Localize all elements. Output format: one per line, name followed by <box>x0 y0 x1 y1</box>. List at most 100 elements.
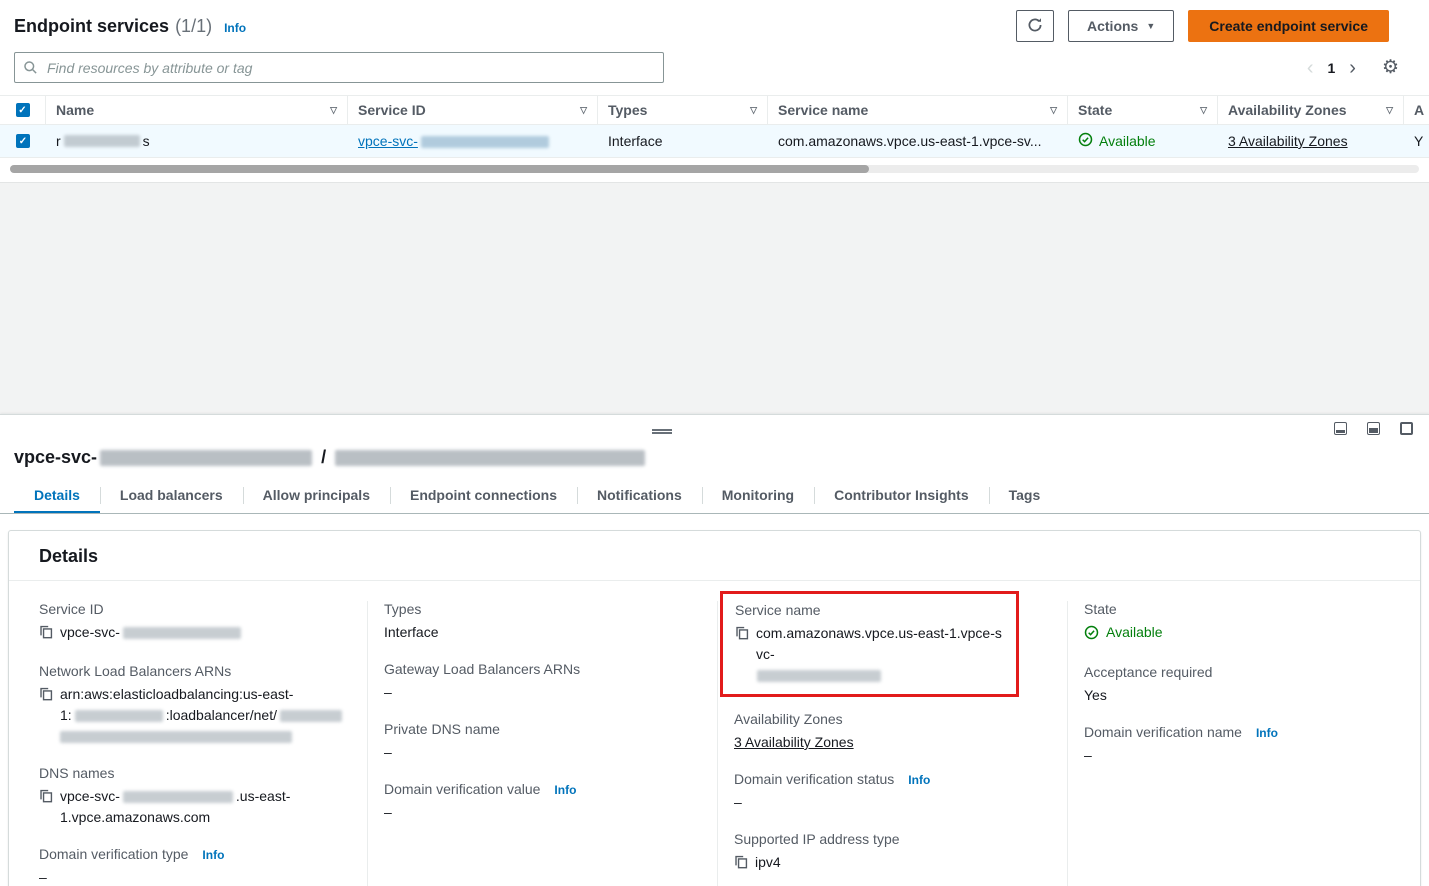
redacted-text <box>75 710 163 722</box>
tab-allow-principals[interactable]: Allow principals <box>243 478 390 513</box>
filter-icon[interactable]: ▽ <box>322 105 337 116</box>
create-endpoint-service-button[interactable]: Create endpoint service <box>1188 10 1389 42</box>
current-page: 1 <box>1325 60 1337 76</box>
select-all-cell: ✓ <box>0 96 46 124</box>
panel-title-separator: / <box>315 447 332 468</box>
redacted-text <box>335 450 645 466</box>
cell-availability-zones: 3 Availability Zones <box>1218 125 1404 157</box>
horizontal-scrollbar <box>10 165 1419 173</box>
tab-endpoint-connections[interactable]: Endpoint connections <box>390 478 577 513</box>
toolbar-row: ‹ 1 › ⚙ <box>0 48 1429 95</box>
field-domain-verification-name: Domain verification name Info – <box>1084 724 1400 766</box>
field-acceptance-required: Acceptance required Yes <box>1084 664 1400 706</box>
refresh-button[interactable] <box>1016 10 1054 42</box>
redacted-text <box>280 710 342 722</box>
redacted-text <box>123 791 233 803</box>
column-header-state[interactable]: State ▽ <box>1068 96 1218 124</box>
column-header-partial[interactable]: A <box>1404 96 1429 124</box>
tab-monitoring[interactable]: Monitoring <box>702 478 814 513</box>
panel-maximize-icon[interactable] <box>1400 422 1413 435</box>
copy-icon[interactable] <box>39 622 53 645</box>
field-domain-verification-type: Domain verification type Info – <box>39 846 347 886</box>
search-box <box>14 52 664 83</box>
filter-icon[interactable]: ▽ <box>742 105 757 116</box>
details-column-4: State Available Acceptance required Yes <box>1067 601 1420 886</box>
details-column-2: Types Interface Gateway Load Balancers A… <box>367 601 717 886</box>
filter-icon[interactable]: ▽ <box>1192 105 1207 116</box>
field-domain-verification-status: Domain verification status Info – <box>734 771 1047 813</box>
copy-icon[interactable] <box>735 623 749 646</box>
header-row: Endpoint services (1/1) Info Actions ▼ C… <box>0 0 1429 48</box>
endpoint-services-page: Endpoint services (1/1) Info Actions ▼ C… <box>0 0 1429 886</box>
table-header: ✓ Name ▽ Service ID ▽ Types ▽ Service na… <box>0 95 1429 125</box>
check-icon: ✓ <box>19 136 27 147</box>
details-column-3: Service name com.amazonaws.vpce.us-east-… <box>717 601 1067 886</box>
redacted-text <box>757 670 881 682</box>
tab-details[interactable]: Details <box>14 478 100 513</box>
details-card-title: Details <box>9 531 1420 581</box>
field-private-dns-name: Private DNS name – <box>384 721 697 763</box>
cell-types: Interface <box>598 125 768 157</box>
content-background <box>0 182 1429 414</box>
redacted-text <box>123 627 241 639</box>
field-dns-names: DNS names vpce-svc-.us-east- 1.vpce.amaz… <box>39 765 347 828</box>
cell-service-id: vpce-svc- <box>348 125 598 157</box>
field-nlb-arns: Network Load Balancers ARNs arn:aws:elas… <box>39 663 347 747</box>
cell-service-name: com.amazonaws.vpce.us-east-1.vpce-sv... <box>768 125 1068 157</box>
previous-page-button[interactable]: ‹ <box>1307 58 1314 78</box>
caret-down-icon: ▼ <box>1146 21 1155 31</box>
select-all-checkbox[interactable]: ✓ <box>16 103 30 117</box>
field-service-id: Service ID vpce-svc- <box>39 601 347 645</box>
tab-tags[interactable]: Tags <box>989 478 1061 513</box>
copy-icon[interactable] <box>39 684 53 707</box>
horizontal-scrollbar-thumb[interactable] <box>10 165 869 173</box>
column-header-service-name[interactable]: Service name ▽ <box>768 96 1068 124</box>
table-row[interactable]: ✓ rs vpce-svc- Interface com.amazonaws.v… <box>0 125 1429 158</box>
panel-position-bottom-icon[interactable] <box>1334 422 1347 435</box>
availability-zones-link[interactable]: 3 Availability Zones <box>1228 133 1348 149</box>
split-panel-controls <box>0 415 1429 445</box>
tab-notifications[interactable]: Notifications <box>577 478 702 513</box>
cell-partial: Y <box>1404 125 1429 157</box>
settings-gear-icon[interactable]: ⚙ <box>1382 56 1399 79</box>
filter-icon[interactable]: ▽ <box>572 105 587 116</box>
field-availability-zones: Availability Zones 3 Availability Zones <box>734 711 1047 753</box>
page-title-text: Endpoint services <box>14 16 169 37</box>
info-link[interactable]: Info <box>1256 726 1278 740</box>
filter-icon[interactable]: ▽ <box>1042 105 1057 116</box>
info-link[interactable]: Info <box>202 848 224 862</box>
table-section: Endpoint services (1/1) Info Actions ▼ C… <box>0 0 1429 182</box>
details-card: Details Service ID vpce-svc- Network Loa… <box>8 530 1421 886</box>
column-header-availability-zones[interactable]: Availability Zones ▽ <box>1218 96 1404 124</box>
availability-zones-link[interactable]: 3 Availability Zones <box>734 734 854 750</box>
redacted-text <box>421 136 549 148</box>
next-page-button[interactable]: › <box>1349 58 1356 78</box>
copy-icon[interactable] <box>734 852 748 875</box>
column-header-types[interactable]: Types ▽ <box>598 96 768 124</box>
filter-icon[interactable]: ▽ <box>1378 105 1393 116</box>
header-info-link[interactable]: Info <box>224 21 246 35</box>
panel-title-prefix: vpce-svc- <box>14 447 97 468</box>
search-input[interactable] <box>14 52 664 83</box>
copy-icon[interactable] <box>39 786 53 809</box>
column-header-service-id[interactable]: Service ID ▽ <box>348 96 598 124</box>
panel-position-side-icon[interactable] <box>1367 422 1380 435</box>
service-id-link[interactable]: vpce-svc- <box>358 133 552 149</box>
column-header-name[interactable]: Name ▽ <box>46 96 348 124</box>
split-panel-drag-handle[interactable] <box>652 429 672 434</box>
check-icon: ✓ <box>18 105 26 116</box>
redacted-text <box>60 731 292 743</box>
field-glb-arns: Gateway Load Balancers ARNs – <box>384 661 697 703</box>
panel-title: vpce-svc- / <box>0 445 1429 478</box>
field-state: State Available <box>1084 601 1400 646</box>
info-link[interactable]: Info <box>908 773 930 787</box>
header-actions: Actions ▼ Create endpoint service <box>1016 10 1415 42</box>
tab-contributor-insights[interactable]: Contributor Insights <box>814 478 989 513</box>
details-panel: vpce-svc- / Details Load balancers Allow… <box>0 414 1429 886</box>
details-column-1: Service ID vpce-svc- Network Load Balanc… <box>9 601 367 886</box>
actions-button[interactable]: Actions ▼ <box>1068 10 1174 42</box>
row-checkbox[interactable]: ✓ <box>16 134 30 148</box>
check-circle-icon <box>1084 622 1099 646</box>
tab-load-balancers[interactable]: Load balancers <box>100 478 243 513</box>
info-link[interactable]: Info <box>554 783 576 797</box>
